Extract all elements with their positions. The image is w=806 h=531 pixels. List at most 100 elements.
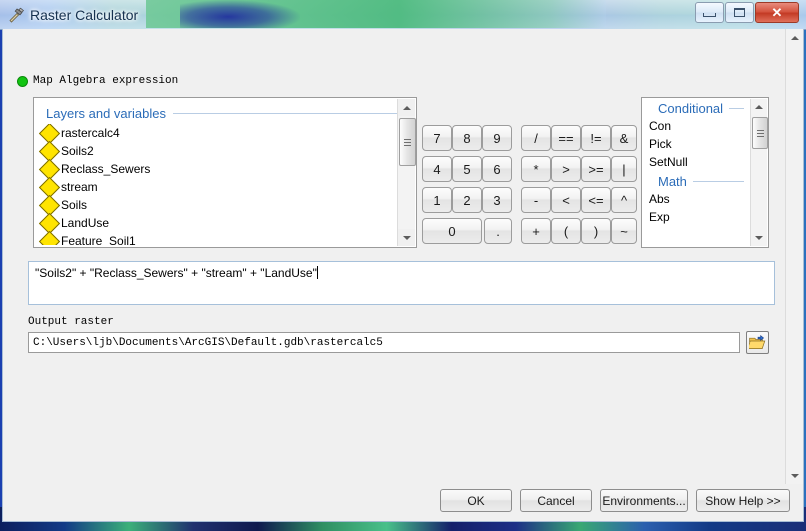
list-item-label: Feature_Soil1 bbox=[61, 234, 136, 245]
heading-rule bbox=[729, 108, 744, 109]
layers-scroll-thumb[interactable] bbox=[399, 118, 416, 166]
list-item[interactable]: Soils bbox=[38, 194, 396, 216]
key-4[interactable]: 4 bbox=[422, 156, 452, 182]
list-item-label: rastercalc4 bbox=[61, 126, 120, 140]
key-5[interactable]: 5 bbox=[452, 156, 482, 182]
window-title: Raster Calculator bbox=[30, 7, 139, 23]
key-bitwise-and[interactable]: & bbox=[611, 125, 637, 151]
layers-and-variables-list[interactable]: Layers and variables rastercalc4 Soils2 Re… bbox=[33, 97, 417, 248]
key-bitwise-or[interactable]: | bbox=[611, 156, 637, 182]
maximize-button[interactable] bbox=[725, 2, 754, 23]
key-decimal-point[interactable]: . bbox=[484, 218, 512, 244]
list-item[interactable]: Abs bbox=[642, 190, 750, 208]
text-caret bbox=[316, 266, 318, 279]
functions-group-heading-text: Conditional bbox=[658, 101, 724, 116]
chevron-down-icon bbox=[790, 473, 799, 478]
key-1[interactable]: 1 bbox=[422, 187, 452, 213]
key-9[interactable]: 9 bbox=[482, 125, 512, 151]
legend-rule bbox=[172, 112, 408, 114]
ok-button[interactable]: OK bbox=[440, 489, 512, 512]
key-bitwise-not[interactable]: ~ bbox=[611, 218, 637, 244]
key-minus[interactable]: - bbox=[521, 187, 551, 213]
functions-group-heading-text: Math bbox=[658, 174, 687, 189]
key-plus[interactable]: + bbox=[521, 218, 551, 244]
expression-text: "Soils2" + "Reclass_Sewers" + "stream" +… bbox=[35, 266, 317, 280]
key-greater-equal[interactable]: >= bbox=[581, 156, 611, 182]
minimize-icon bbox=[703, 13, 716, 17]
layers-scroll-up-button[interactable] bbox=[398, 99, 415, 116]
output-raster-label: Output raster bbox=[28, 316, 114, 328]
dialog-scroll-down-button[interactable] bbox=[786, 467, 803, 484]
list-item[interactable]: Feature_Soil1 bbox=[38, 230, 396, 245]
key-3[interactable]: 3 bbox=[482, 187, 512, 213]
list-item-label: Reclass_Sewers bbox=[61, 162, 151, 176]
chevron-up-icon bbox=[755, 105, 763, 109]
key-equal-equal[interactable]: == bbox=[551, 125, 581, 151]
functions-list[interactable]: Conditional Con Pick SetNull Math Abs Exp bbox=[641, 97, 769, 248]
list-item[interactable]: LandUse bbox=[38, 212, 396, 234]
window-titlebar[interactable]: Raster Calculator ✕ bbox=[0, 0, 806, 30]
hammer-tool-icon bbox=[9, 7, 25, 23]
list-item[interactable]: rastercalc4 bbox=[38, 124, 396, 144]
layers-list-items: rastercalc4 Soils2 Reclass_Sewersstream Soi… bbox=[38, 124, 396, 245]
expression-input[interactable]: "Soils2" + "Reclass_Sewers" + "stream" +… bbox=[28, 261, 775, 305]
browse-output-button[interactable] bbox=[746, 331, 769, 354]
maximize-icon bbox=[734, 8, 745, 17]
key-greater-than[interactable]: > bbox=[551, 156, 581, 182]
functions-group-heading: Math bbox=[642, 171, 750, 190]
grip-icon bbox=[404, 138, 411, 146]
heading-rule bbox=[692, 181, 744, 182]
list-item[interactable]: Soils2 bbox=[38, 140, 396, 162]
raster-layer-icon bbox=[38, 230, 61, 245]
key-divide[interactable]: / bbox=[521, 125, 551, 151]
key-0[interactable]: 0 bbox=[422, 218, 482, 244]
map-algebra-expression-label: Map Algebra expression bbox=[17, 73, 178, 89]
key-less-than[interactable]: < bbox=[551, 187, 581, 213]
key-open-paren[interactable]: ( bbox=[551, 218, 581, 244]
section-label-text: Map Algebra expression bbox=[33, 75, 179, 87]
list-item-label: Soils2 bbox=[61, 144, 94, 158]
list-item[interactable]: Reclass_Sewers bbox=[38, 158, 396, 180]
key-close-paren[interactable]: ) bbox=[581, 218, 611, 244]
list-item-label: Soils bbox=[61, 198, 88, 212]
output-raster-value: C:\Users\ljb\Documents\ArcGIS\Default.gd… bbox=[33, 336, 383, 349]
list-item[interactable]: SetNull bbox=[642, 153, 750, 171]
list-item-label: LandUse bbox=[61, 216, 110, 230]
grip-icon bbox=[756, 129, 764, 137]
list-item-label: stream bbox=[61, 180, 98, 194]
key-power[interactable]: ^ bbox=[611, 187, 637, 213]
raster-calculator-window: Raster Calculator ✕ Map Algebra expressi… bbox=[0, 0, 806, 524]
chevron-down-icon bbox=[755, 236, 763, 240]
output-raster-input[interactable]: C:\Users\ljb\Documents\ArcGIS\Default.gd… bbox=[28, 332, 740, 353]
functions-scroll-up-button[interactable] bbox=[751, 99, 767, 115]
close-button[interactable]: ✕ bbox=[755, 2, 799, 23]
key-7[interactable]: 7 bbox=[422, 125, 452, 151]
minimize-button[interactable] bbox=[695, 2, 724, 23]
layers-list-scrollbar[interactable] bbox=[397, 99, 416, 246]
functions-scroll-thumb[interactable] bbox=[752, 117, 768, 149]
key-less-equal[interactable]: <= bbox=[581, 187, 611, 213]
list-item[interactable]: Con bbox=[642, 117, 750, 135]
chevron-up-icon bbox=[402, 105, 411, 110]
list-item[interactable]: Exp bbox=[642, 208, 750, 226]
list-item[interactable]: stream bbox=[38, 176, 396, 198]
functions-list-scrollbar[interactable] bbox=[750, 99, 768, 246]
key-not-equal[interactable]: != bbox=[581, 125, 611, 151]
layers-scroll-down-button[interactable] bbox=[398, 229, 415, 246]
cancel-button[interactable]: Cancel bbox=[520, 489, 592, 512]
key-6[interactable]: 6 bbox=[482, 156, 512, 182]
functions-group-heading: Conditional bbox=[642, 98, 750, 117]
functions-scroll-down-button[interactable] bbox=[751, 230, 767, 246]
required-parameter-status-icon bbox=[17, 75, 28, 87]
key-8[interactable]: 8 bbox=[452, 125, 482, 151]
environments-button[interactable]: Environments... bbox=[600, 489, 688, 512]
dialog-scrollbar[interactable] bbox=[785, 29, 803, 484]
layers-legend: Layers and variables bbox=[46, 104, 408, 122]
key-multiply[interactable]: * bbox=[521, 156, 551, 182]
dialog-scroll-up-button[interactable] bbox=[786, 29, 803, 46]
show-help-button[interactable]: Show Help >> bbox=[696, 489, 790, 512]
functions-list-items: Conditional Con Pick SetNull Math Abs Exp bbox=[642, 98, 750, 247]
key-2[interactable]: 2 bbox=[452, 187, 482, 213]
list-item[interactable]: Pick bbox=[642, 135, 750, 153]
close-icon: ✕ bbox=[771, 4, 783, 20]
